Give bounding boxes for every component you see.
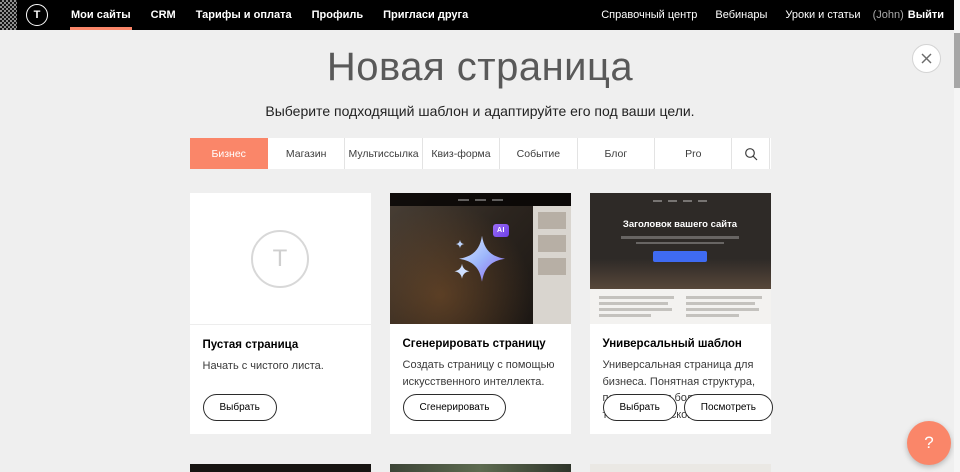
tilda-mark-icon: T bbox=[251, 230, 309, 288]
top-bar: T Мои сайты CRM Тарифы и оплата Профиль … bbox=[0, 0, 960, 30]
search-tab[interactable] bbox=[732, 138, 770, 169]
card-description: Создать страницу с помощью искусственног… bbox=[403, 357, 558, 390]
card-title: Пустая страница bbox=[203, 339, 358, 351]
partial-template-preview bbox=[590, 464, 771, 472]
tab-business[interactable]: Бизнес bbox=[190, 138, 268, 169]
main-nav: Мои сайты CRM Тарифы и оплата Профиль Пр… bbox=[61, 0, 478, 30]
new-page-modal: Новая страница Выберите подходящий шабло… bbox=[0, 30, 960, 472]
template-card-blank[interactable]: T Пустая страница Начать с чистого листа… bbox=[190, 193, 371, 434]
nav-lessons-articles[interactable]: Уроки и статьи bbox=[776, 0, 869, 30]
blank-template-preview: T bbox=[190, 193, 371, 325]
tilda-logo[interactable]: T bbox=[26, 4, 48, 26]
ai-template-preview: AI bbox=[390, 193, 571, 324]
nav-help-center[interactable]: Справочный центр bbox=[592, 0, 706, 30]
close-button[interactable] bbox=[912, 44, 941, 73]
tilda-logo-letter: T bbox=[34, 9, 41, 21]
nav-label: CRM bbox=[151, 9, 176, 21]
screen: T Мои сайты CRM Тарифы и оплата Профиль … bbox=[0, 0, 960, 472]
close-icon bbox=[921, 53, 932, 64]
nav-label: Профиль bbox=[312, 9, 363, 21]
page-title: Новая страница bbox=[0, 45, 960, 90]
ai-badge: AI bbox=[493, 224, 509, 237]
preview-cta-button bbox=[653, 251, 707, 262]
tab-blog[interactable]: Блог bbox=[578, 138, 655, 169]
preview-nav-bar bbox=[390, 193, 571, 206]
logout-link[interactable]: Выйти bbox=[908, 9, 944, 21]
choose-blank-button[interactable]: Выбрать bbox=[203, 394, 277, 421]
preview-caption-lines bbox=[620, 236, 740, 244]
template-card-partial-2[interactable] bbox=[390, 464, 571, 472]
template-card-ai-generate[interactable]: AI Сгенерировать страницу Создать страни… bbox=[390, 193, 571, 434]
page-subtitle: Выберите подходящий шаблон и адаптируйте… bbox=[0, 103, 960, 119]
user-area: (John) Выйти bbox=[873, 0, 944, 30]
preview-hero-section: Заголовок вашего сайта bbox=[590, 193, 771, 289]
nav-invite-friend[interactable]: Пригласи друга bbox=[373, 0, 478, 30]
nav-crm[interactable]: CRM bbox=[141, 0, 186, 30]
preview-text-column bbox=[686, 296, 762, 324]
template-cards-row-2 bbox=[190, 464, 771, 472]
card-body: Пустая страница Начать с чистого листа. bbox=[190, 325, 371, 375]
tab-store[interactable]: Магазин bbox=[268, 138, 345, 169]
topbar-spacer bbox=[478, 0, 592, 30]
partial-template-preview bbox=[190, 464, 371, 472]
nav-label: Вебинары bbox=[715, 9, 767, 21]
view-universal-button[interactable]: Посмотреть bbox=[684, 394, 773, 421]
tab-multilink[interactable]: Мультиссылка bbox=[345, 138, 422, 169]
scrollbar-thumb[interactable] bbox=[954, 33, 960, 88]
universal-template-preview: Заголовок вашего сайта bbox=[590, 193, 771, 324]
ai-sparkle-icon bbox=[448, 228, 512, 292]
nav-label: Тарифы и оплата bbox=[196, 9, 292, 21]
scrollbar-track bbox=[954, 0, 960, 472]
nav-label: Справочный центр bbox=[601, 9, 697, 21]
template-card-partial-1[interactable] bbox=[190, 464, 371, 472]
nav-label: Пригласи друга bbox=[383, 9, 468, 21]
generate-button[interactable]: Сгенерировать bbox=[403, 394, 507, 421]
card-actions: Сгенерировать bbox=[403, 394, 507, 421]
tab-event[interactable]: Событие bbox=[500, 138, 577, 169]
nav-label: Уроки и статьи bbox=[785, 9, 860, 21]
choose-universal-button[interactable]: Выбрать bbox=[603, 394, 677, 421]
card-actions: Выбрать Посмотреть bbox=[603, 394, 773, 421]
partial-template-preview bbox=[390, 464, 571, 472]
preview-heading: Заголовок вашего сайта bbox=[590, 193, 771, 230]
nav-label: Мои сайты bbox=[71, 9, 131, 21]
nav-profile[interactable]: Профиль bbox=[302, 0, 373, 30]
template-category-tabs: Бизнес Магазин Мультиссылка Квиз-форма С… bbox=[190, 138, 771, 169]
card-body: Сгенерировать страницу Создать страницу … bbox=[390, 324, 571, 390]
template-card-partial-3[interactable] bbox=[590, 464, 771, 472]
card-title: Сгенерировать страницу bbox=[403, 338, 558, 350]
search-icon bbox=[744, 147, 758, 161]
nav-plans-billing[interactable]: Тарифы и оплата bbox=[186, 0, 302, 30]
nav-webinars[interactable]: Вебинары bbox=[706, 0, 776, 30]
template-card-universal[interactable]: Заголовок вашего сайта Универсальный шаб… bbox=[590, 193, 771, 434]
help-button[interactable]: ? bbox=[907, 421, 951, 465]
preview-text-section bbox=[590, 289, 771, 324]
card-description: Начать с чистого листа. bbox=[203, 358, 358, 375]
pattern-decoration bbox=[0, 0, 17, 30]
card-actions: Выбрать bbox=[203, 394, 277, 421]
tab-pro[interactable]: Pro bbox=[655, 138, 732, 169]
tilda-mark-letter: T bbox=[273, 245, 288, 273]
preview-text-column bbox=[599, 296, 675, 324]
secondary-nav: Справочный центр Вебинары Уроки и статьи bbox=[592, 0, 869, 30]
nav-my-sites[interactable]: Мои сайты bbox=[61, 0, 141, 30]
user-name: (John) bbox=[873, 9, 904, 21]
tab-quiz-form[interactable]: Квиз-форма bbox=[423, 138, 500, 169]
preview-sidebar bbox=[533, 206, 571, 324]
card-title: Универсальный шаблон bbox=[603, 338, 758, 350]
template-cards-row-1: T Пустая страница Начать с чистого листа… bbox=[190, 193, 771, 434]
